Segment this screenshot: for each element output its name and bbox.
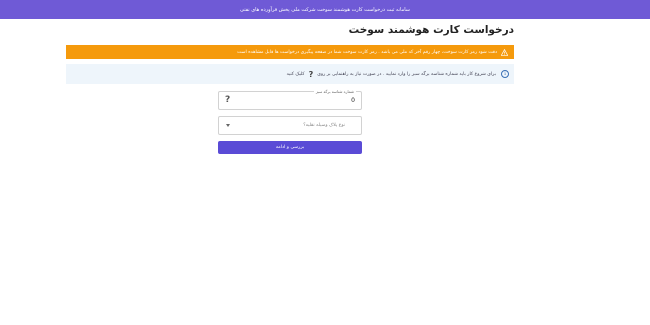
info-circle-icon: i xyxy=(501,70,509,78)
plate-type-select[interactable]: نوع پلاک وسیله نقلیه؟ xyxy=(218,116,362,135)
submit-button-label: بررسی و ادامه xyxy=(275,145,305,150)
help-icon[interactable]: ? xyxy=(225,95,230,105)
top-banner: سامانه ثبت درخواست کارت هوشمند سوخت شرکت… xyxy=(0,0,650,19)
page-title: درخواست کارت هوشمند سوخت xyxy=(348,24,514,36)
banner-text: سامانه ثبت درخواست کارت هوشمند سوخت شرکت… xyxy=(240,6,410,13)
green-sheet-input[interactable]: 0 xyxy=(351,97,355,104)
chevron-down-icon[interactable] xyxy=(226,124,230,127)
help-link-icon[interactable]: ? xyxy=(309,70,314,79)
plate-type-placeholder: نوع پلاک وسیله نقلیه؟ xyxy=(303,123,345,128)
green-sheet-field[interactable]: شماره شناسه برگه سبز 0 ? xyxy=(218,89,362,110)
warning-text: دقت شود رمز کارت سوخت، چهار رقم آخر کد م… xyxy=(237,49,497,55)
info-text: برای شروع کار باید شماره شناسه برگه سبز … xyxy=(317,71,496,77)
warning-alert: دقت شود رمز کارت سوخت، چهار رقم آخر کد م… xyxy=(66,45,514,59)
warning-triangle-icon xyxy=(501,48,508,56)
submit-button[interactable]: بررسی و ادامه xyxy=(218,141,362,154)
info-alert: i برای شروع کار باید شماره شناسه برگه سب… xyxy=(66,64,514,84)
info-suffix: کلیک کنید xyxy=(286,71,305,77)
green-sheet-label: شماره شناسه برگه سبز xyxy=(313,89,356,94)
